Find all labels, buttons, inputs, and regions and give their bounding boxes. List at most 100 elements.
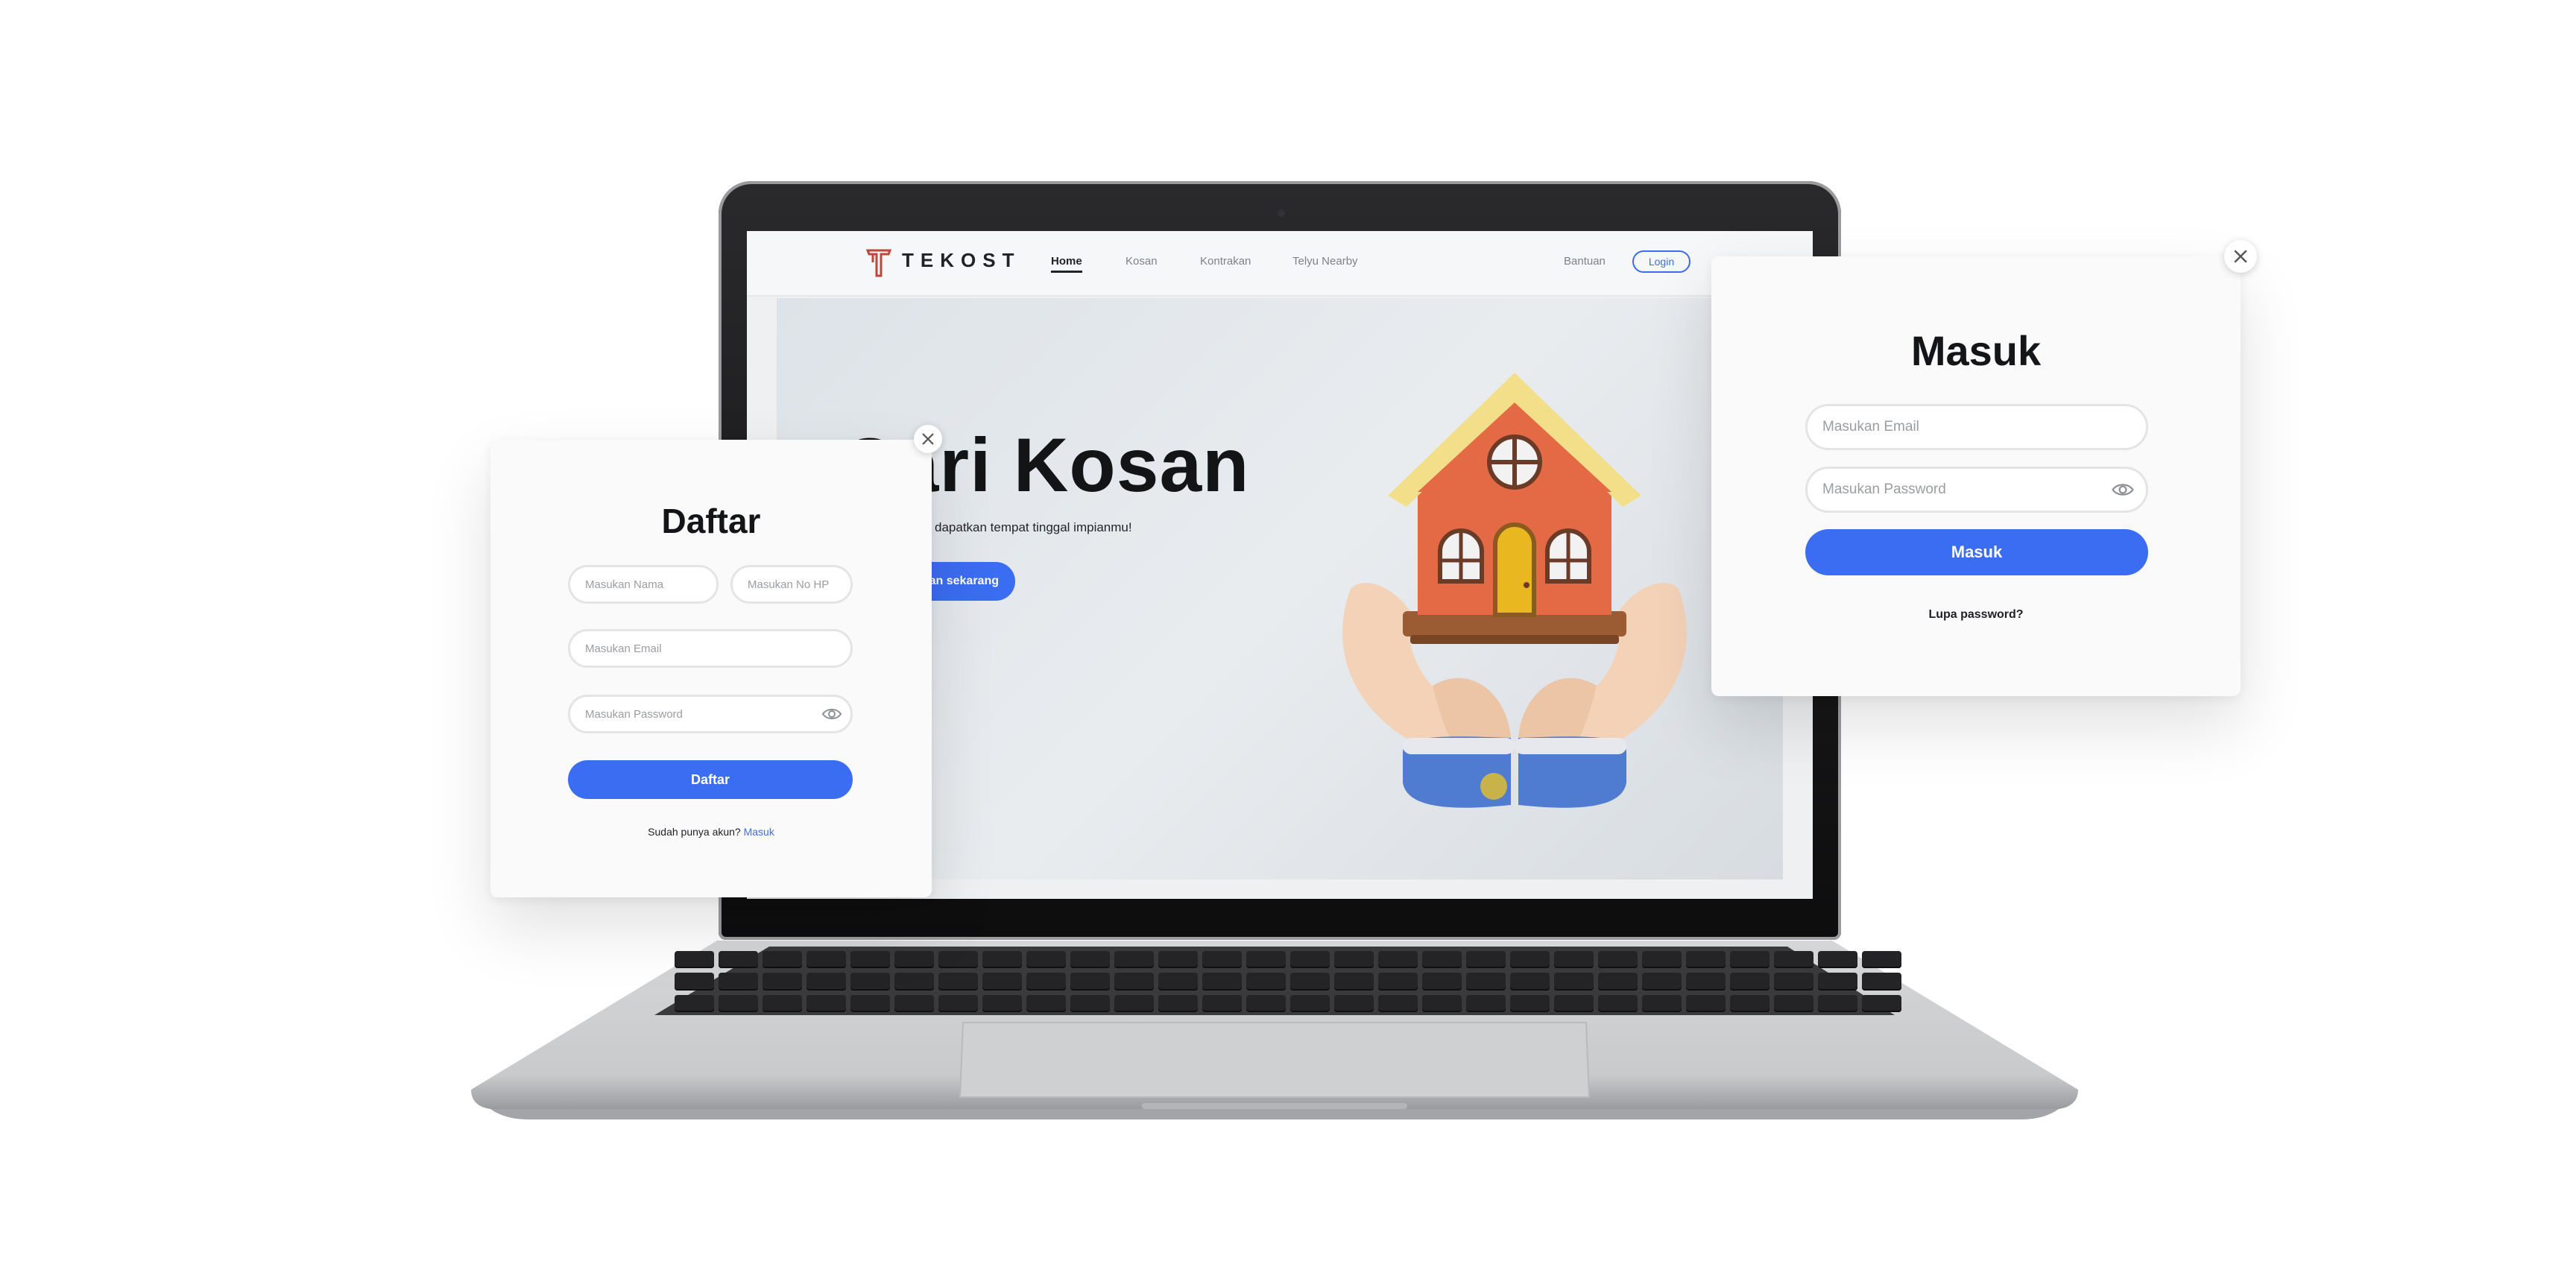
keyboard-key	[1378, 951, 1418, 969]
keyboard-key	[982, 951, 1022, 969]
keyboard-key	[1070, 951, 1110, 969]
keyboard-key	[1642, 973, 1682, 991]
keyboard-key	[1158, 994, 1198, 1012]
nav-kontrakan[interactable]: Kontrakan	[1200, 255, 1251, 268]
keyboard-key	[1686, 994, 1726, 1012]
keyboard-key	[1422, 973, 1462, 991]
keyboard-key	[675, 973, 714, 991]
nav-kosan[interactable]: Kosan	[1126, 255, 1158, 268]
login-email-field[interactable]: Masukan Email	[1805, 404, 2148, 450]
eye-icon[interactable]	[822, 707, 842, 721]
keyboard-key	[1202, 951, 1242, 969]
login-close-button[interactable]	[2224, 240, 2257, 273]
keyboard-key	[938, 994, 978, 1012]
register-title: Daftar	[661, 502, 761, 540]
keyboard-key	[1818, 994, 1857, 1012]
login-password-field[interactable]: Masukan Password	[1805, 467, 2148, 513]
login-password-placeholder: Masukan Password	[1822, 481, 1946, 497]
keyboard-key	[1686, 951, 1726, 969]
login-modal: Masuk Masukan Email Masukan Password Mas…	[1711, 256, 2241, 696]
eye-icon[interactable]	[2112, 482, 2134, 497]
email-field[interactable]: Masukan Email	[568, 629, 853, 668]
site-navbar: TEKOST Home Kosan Kontrakan Telyu Nearby…	[747, 231, 1813, 297]
keyboard-key	[1378, 973, 1418, 991]
keyboard-key	[1730, 973, 1770, 991]
have-account-text: Sudah punya akun?	[648, 826, 741, 838]
phone-field[interactable]: Masukan No HP	[730, 565, 853, 604]
keyboard-key	[806, 973, 846, 991]
keyboard-key	[1246, 994, 1286, 1012]
keyboard-key	[1774, 973, 1813, 991]
nav-home[interactable]: Home	[1051, 255, 1082, 273]
password-field[interactable]: Masukan Password	[568, 695, 853, 733]
keyboard-key	[1510, 994, 1550, 1012]
keyboard-key	[1466, 994, 1506, 1012]
login-submit-button[interactable]: Masuk	[1805, 529, 2148, 575]
register-submit-button[interactable]: Daftar	[568, 760, 853, 799]
forgot-password-link[interactable]: Lupa password?	[1711, 608, 2241, 622]
keyboard-key	[1158, 951, 1198, 969]
keyboard-key	[1114, 951, 1154, 969]
keyboard-key	[1026, 951, 1066, 969]
keyboard-key	[1378, 994, 1418, 1012]
keyboard-key	[1158, 973, 1198, 991]
keyboard-key	[1730, 951, 1770, 969]
keyboard-key	[1598, 973, 1638, 991]
keyboard-key	[850, 973, 890, 991]
keyboard-key	[1686, 973, 1726, 991]
keyboard-key	[982, 994, 1022, 1012]
nav-telyu-nearby[interactable]: Telyu Nearby	[1292, 255, 1358, 268]
keyboard-key	[1290, 951, 1330, 969]
password-placeholder: Masukan Password	[585, 707, 683, 721]
keyboard-key	[938, 973, 978, 991]
keyboard-key	[1554, 951, 1594, 969]
close-icon	[2234, 250, 2247, 263]
keyboard-key	[1818, 973, 1857, 991]
keyboard-key	[763, 951, 802, 969]
login-title: Masuk	[1910, 327, 2042, 374]
keyboard-key	[1774, 994, 1813, 1012]
camera-dot	[1278, 209, 1285, 217]
tekost-logo-icon	[866, 249, 891, 277]
keyboard-key	[1422, 951, 1462, 969]
register-close-button[interactable]	[914, 425, 942, 453]
keyboard-key	[850, 994, 890, 1012]
close-icon	[922, 433, 934, 445]
keyboard-key	[675, 951, 714, 969]
keyboard-key	[1862, 951, 1901, 969]
login-link[interactable]: Masuk	[744, 826, 774, 838]
keyboard-key	[675, 994, 714, 1012]
hero-subtitle: dapatkan tempat tinggal impianmu!	[935, 520, 1132, 534]
keyboard-key	[1862, 994, 1901, 1012]
keyboard-key	[1026, 994, 1066, 1012]
keyboard-key	[1334, 951, 1374, 969]
keyboard-key	[763, 994, 802, 1012]
keyboard-key	[1554, 973, 1594, 991]
keyboard-key	[938, 951, 978, 969]
keyboard-key	[850, 951, 890, 969]
house-illustration	[1342, 373, 1687, 808]
keyboard-key	[894, 951, 934, 969]
keyboard-key	[1598, 994, 1638, 1012]
keyboard-key	[1114, 994, 1154, 1012]
keyboard-key	[1246, 973, 1286, 991]
keyboard-key	[1818, 951, 1857, 969]
keyboard-key	[1642, 994, 1682, 1012]
keyboard-key	[1334, 994, 1374, 1012]
brand-name[interactable]: TEKOST	[902, 249, 1020, 272]
keyboard-key	[1114, 973, 1154, 991]
keyboard-key	[763, 973, 802, 991]
keyboard-key	[1246, 951, 1286, 969]
keyboard-key	[1070, 994, 1110, 1012]
keyboard-key	[1026, 973, 1066, 991]
keyboard-key	[719, 994, 758, 1012]
login-prompt: Sudah punya akun? Masuk	[490, 826, 932, 838]
keyboard-key	[894, 973, 934, 991]
keyboard-key	[1642, 951, 1682, 969]
nav-login-button[interactable]: Login	[1632, 250, 1690, 273]
keyboard-key	[806, 994, 846, 1012]
keyboard-key	[1466, 973, 1506, 991]
nav-bantuan[interactable]: Bantuan	[1564, 255, 1606, 268]
name-field[interactable]: Masukan Nama	[568, 565, 719, 604]
keyboard-key	[1510, 973, 1550, 991]
